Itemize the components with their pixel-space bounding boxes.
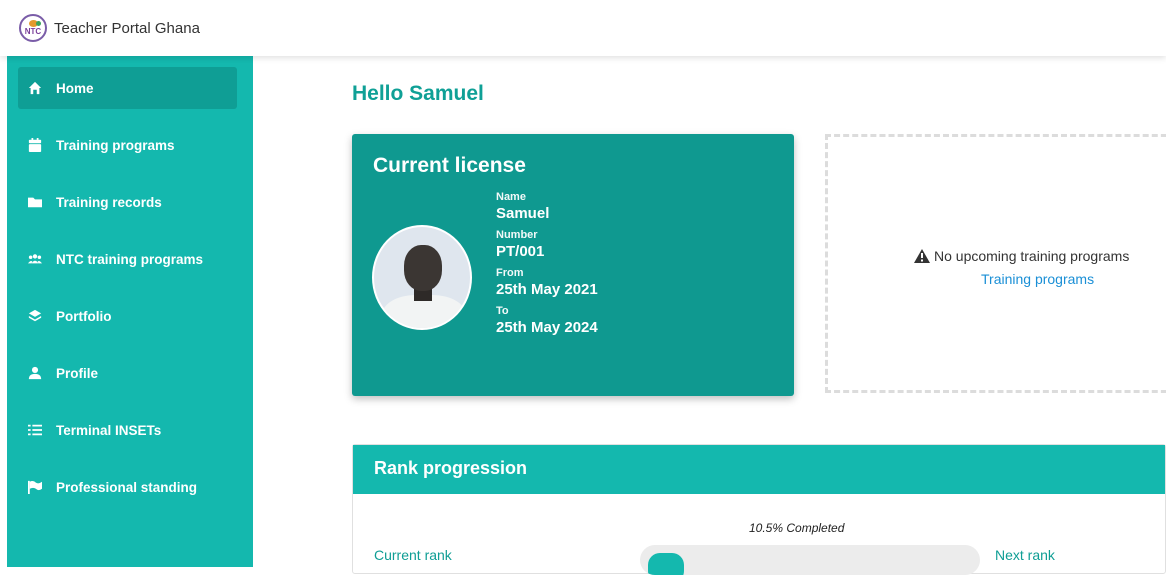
main-content: Hello Samuel Current license Name Samuel… xyxy=(253,56,1166,575)
list-icon xyxy=(28,423,42,437)
next-rank-label: Next rank xyxy=(995,547,1055,563)
rank-progress-fill xyxy=(648,553,684,575)
sidebar-item-portfolio[interactable]: Portfolio xyxy=(18,295,237,337)
sidebar-item-label: Home xyxy=(56,80,94,96)
name-label: Name xyxy=(496,191,526,203)
current-license-card: Current license Name Samuel Number PT/00… xyxy=(352,134,794,396)
no-upcoming-message: No upcoming training programs xyxy=(914,248,1129,264)
sidebar-item-terminal-insets[interactable]: Terminal INSETs xyxy=(18,409,237,451)
avatar-head xyxy=(404,245,442,291)
ntc-logo[interactable]: NTC xyxy=(19,14,47,42)
warning-icon xyxy=(914,249,930,263)
number-label: Number xyxy=(496,229,538,241)
from-label: From xyxy=(496,267,524,279)
logo-mark-dot xyxy=(36,21,41,26)
folder-icon xyxy=(28,195,42,209)
sidebar: Home Training programs Training records … xyxy=(7,56,253,567)
name-value: Samuel xyxy=(496,205,550,222)
sidebar-item-training-records[interactable]: Training records xyxy=(18,181,237,223)
to-label: To xyxy=(496,305,509,317)
sidebar-item-label: Professional standing xyxy=(56,479,198,495)
license-title: Current license xyxy=(373,154,526,177)
top-bar: NTC Teacher Portal Ghana xyxy=(0,0,1166,56)
training-programs-link[interactable]: Training programs xyxy=(981,271,1094,287)
to-value: 25th May 2024 xyxy=(496,319,598,336)
completed-percent: 10.5% Completed xyxy=(749,521,845,535)
user-icon xyxy=(28,366,42,380)
sidebar-item-label: Training programs xyxy=(56,137,175,153)
sidebar-item-professional-standing[interactable]: Professional standing xyxy=(18,466,237,508)
rank-title: Rank progression xyxy=(353,445,1165,494)
app-title[interactable]: Teacher Portal Ghana xyxy=(54,20,200,37)
sidebar-item-ntc-training-programs[interactable]: NTC training programs xyxy=(18,238,237,280)
calendar-icon xyxy=(28,138,42,152)
current-rank-label: Current rank xyxy=(374,547,452,563)
users-icon xyxy=(28,252,42,266)
rank-progress-bar xyxy=(640,545,980,575)
rank-progression-card: Rank progression 10.5% Completed Current… xyxy=(352,444,1166,575)
license-fields: Name Samuel Number PT/001 From 25th May … xyxy=(496,190,598,342)
sidebar-item-label: Terminal INSETs xyxy=(56,422,162,438)
upcoming-trainings-panel: No upcoming training programs Training p… xyxy=(825,134,1166,393)
flag-icon xyxy=(28,480,42,494)
from-value: 25th May 2021 xyxy=(496,281,598,298)
sidebar-item-home[interactable]: Home xyxy=(18,67,237,109)
sidebar-item-training-programs[interactable]: Training programs xyxy=(18,124,237,166)
layers-icon xyxy=(28,309,42,323)
avatar xyxy=(372,225,472,330)
home-icon xyxy=(28,81,42,95)
number-value: PT/001 xyxy=(496,243,545,260)
sidebar-item-label: Portfolio xyxy=(56,308,112,324)
logo-text: NTC xyxy=(24,27,42,36)
page-title: Hello Samuel xyxy=(352,82,484,105)
sidebar-item-profile[interactable]: Profile xyxy=(18,352,237,394)
sidebar-item-label: NTC training programs xyxy=(56,251,204,267)
sidebar-item-label: Profile xyxy=(56,365,99,381)
sidebar-item-label: Training records xyxy=(56,194,162,210)
no-upcoming-text: No upcoming training programs xyxy=(934,248,1130,264)
